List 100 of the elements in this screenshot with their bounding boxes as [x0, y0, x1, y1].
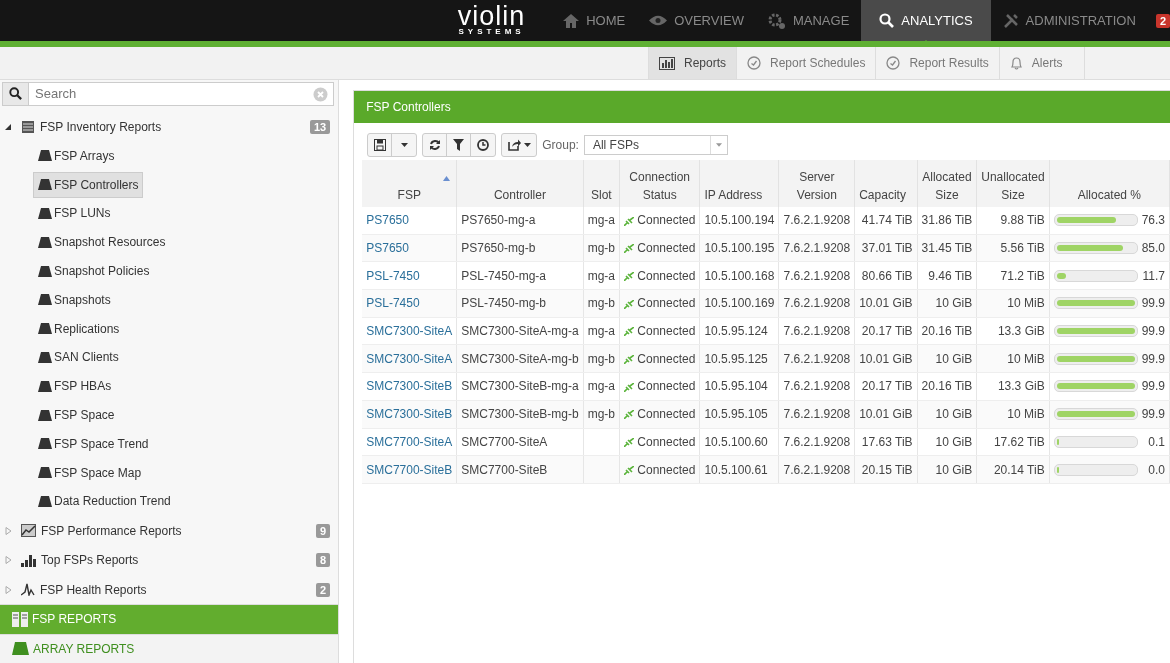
table-cell: 20.17 TiB	[861, 379, 913, 394]
bar-chart-icon	[21, 553, 36, 567]
cabinet-icon	[12, 612, 28, 627]
column-header[interactable]: IP Address	[699, 160, 779, 207]
fsp-link[interactable]: SMC7300-SiteA	[366, 324, 453, 339]
section-tab[interactable]: ARRAY REPORTS	[0, 633, 339, 663]
column-header[interactable]: Controller	[456, 160, 584, 207]
percent-value: 0.0	[1147, 462, 1165, 477]
drive-icon	[38, 207, 52, 219]
report-tab[interactable]: Report Results	[875, 47, 999, 79]
column-header[interactable]: Allocated Size	[917, 160, 977, 207]
table-cell: 41.74 TiB	[861, 213, 913, 228]
table-cell: 71.2 TiB	[1000, 268, 1045, 283]
report-group[interactable]: FSP Performance Reports	[41, 523, 312, 538]
search-icon	[879, 13, 895, 28]
report-item[interactable]: FSP Space Trend	[33, 430, 154, 457]
nav-tab[interactable]: ADMINISTRATION	[990, 0, 1148, 41]
table-cell: 10 MiB	[1007, 296, 1045, 311]
table-cell: SMC7300-SiteA-mg-b	[461, 351, 579, 366]
alert-count-badge[interactable]: 2	[1155, 13, 1170, 28]
percent-value: 85.0	[1141, 241, 1165, 256]
report-item[interactable]: Replications	[33, 315, 125, 342]
drive-icon	[38, 495, 52, 507]
column-header[interactable]: Unallocated Size	[976, 160, 1050, 207]
column-header[interactable]: Capacity	[854, 160, 918, 207]
status-text: Connected	[637, 351, 696, 366]
table-cell: mg-b	[587, 351, 615, 366]
report-item[interactable]: FSP LUNs	[33, 200, 116, 227]
plug-icon	[624, 410, 634, 420]
column-header[interactable]: Connection Status	[619, 160, 700, 207]
drive-icon	[38, 409, 52, 421]
nav-tab[interactable]: HOME	[551, 0, 638, 41]
table-cell: 10 MiB	[1007, 351, 1045, 366]
percent-value: 99.9	[1141, 296, 1165, 311]
line-chart-icon	[21, 524, 36, 538]
report-group[interactable]: Top FSPs Reports	[41, 553, 312, 568]
column-header[interactable]: Slot	[583, 160, 620, 207]
fsp-link[interactable]: PS7650	[366, 213, 409, 228]
table-cell: 31.86 TiB	[921, 213, 973, 228]
report-item[interactable]: Snapshots	[33, 286, 116, 313]
table-cell: mg-b	[587, 296, 615, 311]
report-item[interactable]: FSP HBAs	[33, 373, 117, 400]
report-item[interactable]: Snapshot Policies	[33, 258, 155, 285]
drive-icon	[38, 351, 52, 363]
collapse-arrow-icon[interactable]	[5, 122, 12, 131]
table-cell: 17.62 TiB	[993, 434, 1045, 449]
search-field[interactable]: Search	[28, 83, 334, 105]
table-cell: 9.46 TiB	[928, 268, 973, 283]
table-cell: 10.5.100.168	[704, 268, 775, 283]
table-cell: 10.01 GiB	[859, 351, 913, 366]
drive-icon	[38, 179, 52, 191]
table-cell: 10.5.100.195	[704, 241, 775, 256]
column-header[interactable]: Allocated %	[1049, 160, 1170, 207]
report-item[interactable]: FSP Space Map	[33, 459, 147, 486]
fsp-link[interactable]: PSL-7450	[366, 268, 420, 283]
percent-value: 76.3	[1141, 213, 1165, 228]
report-group[interactable]: FSP Health Reports	[40, 582, 312, 597]
export-icon	[507, 139, 521, 151]
table-cell: mg-a	[587, 379, 615, 394]
table-cell: mg-b	[587, 407, 615, 422]
percent-value: 99.9	[1141, 351, 1165, 366]
report-item[interactable]: FSP Space	[33, 402, 120, 428]
drive-icon	[38, 294, 52, 306]
report-tab[interactable]: Report Schedules	[736, 47, 876, 79]
report-item[interactable]: Snapshot Resources	[33, 229, 171, 256]
report-tab[interactable]: Alerts	[998, 47, 1086, 79]
fsp-link[interactable]: SMC7700-SiteA	[366, 434, 453, 449]
table-cell: 10 GiB	[935, 407, 973, 422]
status-text: Connected	[637, 434, 696, 449]
table-cell: 37.01 TiB	[861, 241, 913, 256]
bar-chart-icon	[659, 56, 675, 70]
plug-icon	[624, 382, 634, 392]
fsp-link[interactable]: SMC7300-SiteB	[366, 379, 453, 394]
table-cell: 7.6.2.1.9208	[783, 462, 851, 477]
report-item[interactable]: SAN Clients	[33, 344, 124, 371]
report-group[interactable]: FSP Inventory Reports	[40, 119, 305, 134]
table-cell: 7.6.2.1.9208	[783, 241, 851, 256]
report-item[interactable]: FSP Controllers	[33, 171, 144, 198]
column-header[interactable]: Server Version	[778, 160, 855, 207]
plug-icon	[624, 465, 634, 475]
table-cell: PSL-7450-mg-a	[461, 268, 546, 283]
logo-subtitle: SYSTEMS	[458, 27, 525, 36]
table-cell: 20.16 TiB	[921, 324, 973, 339]
plug-icon	[624, 244, 634, 254]
table-cell: 10.5.95.124	[704, 324, 768, 339]
table-cell: 7.6.2.1.9208	[783, 407, 851, 422]
table-cell: mg-b	[587, 241, 615, 256]
drive-icon	[38, 150, 52, 162]
plug-icon	[624, 299, 634, 309]
column-header[interactable]: FSP	[362, 160, 457, 207]
report-item[interactable]: FSP Arrays	[33, 142, 120, 169]
report-item[interactable]: Data Reduction Trend	[33, 488, 176, 515]
table-cell: 10 GiB	[935, 462, 973, 477]
group-select[interactable]: All FSPs	[583, 135, 728, 155]
report-tab[interactable]: Reports	[648, 47, 737, 79]
nav-tab[interactable]: MANAGE	[756, 0, 862, 41]
nav-tab[interactable]: OVERVIEW	[637, 0, 756, 41]
drive-icon	[38, 323, 52, 335]
table-cell: 7.6.2.1.9208	[783, 351, 851, 366]
plug-icon	[624, 438, 634, 448]
